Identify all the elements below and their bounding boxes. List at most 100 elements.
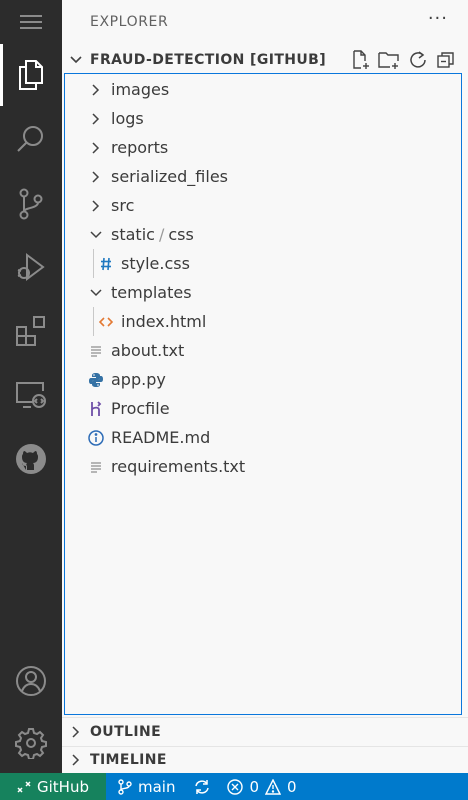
tree-item-logs[interactable]: logs xyxy=(65,104,468,133)
tree-item-label: about.txt xyxy=(111,341,185,360)
error-icon xyxy=(227,778,244,795)
chevron-right-icon xyxy=(87,104,105,133)
tree-item-serialized-files[interactable]: serialized_files xyxy=(65,162,468,191)
text-file-icon xyxy=(87,452,105,481)
tree-item-label: src xyxy=(111,196,135,215)
tree-item-requirements-txt[interactable]: requirements.txt xyxy=(65,452,468,481)
remote-indicator[interactable]: GitHub xyxy=(0,773,106,800)
tree-item-label: app.py xyxy=(111,370,166,389)
html-file-icon xyxy=(97,307,115,336)
new-folder-icon xyxy=(378,51,399,69)
chevron-down-icon xyxy=(87,220,105,249)
tree-item-label: reports xyxy=(111,138,169,157)
remote-icon xyxy=(17,780,31,793)
tree-item-label: templates xyxy=(111,283,192,302)
tree-item-src[interactable]: src xyxy=(65,191,468,220)
activity-bar xyxy=(0,0,62,773)
github-button[interactable] xyxy=(0,430,62,488)
account-icon xyxy=(16,666,46,696)
new-file-button[interactable] xyxy=(350,49,370,70)
tree-item-images[interactable]: images xyxy=(65,75,468,104)
hamburger-icon xyxy=(20,15,42,29)
search-icon xyxy=(17,126,43,152)
error-count: 0 xyxy=(249,777,260,796)
explorer-sidebar: EXPLORER ··· FRAUD-DETECTION [GITHUB] im… xyxy=(62,0,468,773)
more-actions-button[interactable]: ··· xyxy=(428,8,448,29)
gear-icon xyxy=(15,728,47,759)
collapse-all-icon xyxy=(437,51,454,68)
tree-item-style-css[interactable]: style.css xyxy=(65,249,468,278)
tree-item-reports[interactable]: reports xyxy=(65,133,468,162)
chevron-right-icon xyxy=(87,133,105,162)
tree-item-app-py[interactable]: app.py xyxy=(65,365,468,394)
tree-item-templates[interactable]: templates xyxy=(65,278,468,307)
tree-item-label: Procfile xyxy=(111,399,170,418)
warning-count: 0 xyxy=(287,777,297,796)
files-icon xyxy=(19,60,43,90)
new-file-icon xyxy=(353,49,369,69)
remote-explorer-button[interactable] xyxy=(0,366,62,424)
tree-item-label: serialized_files xyxy=(111,167,228,186)
timeline-label: TIMELINE xyxy=(90,752,167,768)
tree-item-label: requirements.txt xyxy=(111,457,246,476)
chevron-right-icon xyxy=(87,75,105,104)
branch-indicator[interactable]: main xyxy=(118,778,175,796)
tree-item-label: style.css xyxy=(121,254,190,273)
refresh-icon xyxy=(410,50,426,68)
search-view-button[interactable] xyxy=(0,110,62,168)
project-actions xyxy=(350,45,456,74)
chevron-right-icon xyxy=(87,191,105,220)
source-control-icon xyxy=(19,188,43,220)
git-branch-icon xyxy=(118,778,132,795)
chevron-down-icon xyxy=(62,55,90,64)
status-bar: GitHub main 0 0 xyxy=(0,773,468,800)
explorer-view-button[interactable] xyxy=(0,44,62,106)
run-debug-button[interactable] xyxy=(0,238,62,296)
accounts-button[interactable] xyxy=(0,652,62,710)
path-separator: / xyxy=(158,225,165,244)
file-tree: images logs reports serialized_files src… xyxy=(64,73,462,715)
chevron-right-icon xyxy=(62,754,90,766)
python-file-icon xyxy=(87,365,105,394)
problems-indicator[interactable]: 0 0 xyxy=(227,777,297,796)
project-section-header[interactable]: FRAUD-DETECTION [GITHUB] xyxy=(62,45,468,74)
explorer-header: EXPLORER ··· xyxy=(62,0,468,44)
github-icon xyxy=(16,444,46,474)
run-debug-icon xyxy=(17,253,45,281)
tree-item-readme-md[interactable]: README.md xyxy=(65,423,468,452)
tree-item-label: static xyxy=(111,225,155,244)
timeline-section-header[interactable]: TIMELINE xyxy=(62,746,468,773)
tree-item-label: css xyxy=(168,225,194,244)
explorer-title: EXPLORER xyxy=(90,14,169,30)
outline-label: OUTLINE xyxy=(90,724,162,740)
manage-button[interactable] xyxy=(0,714,62,772)
tree-item-label: images xyxy=(111,80,170,99)
chevron-right-icon xyxy=(87,162,105,191)
new-folder-button[interactable] xyxy=(378,50,400,70)
sync-icon xyxy=(195,779,210,794)
menu-button[interactable] xyxy=(0,0,62,44)
tree-item-label: index.html xyxy=(121,312,207,331)
info-icon xyxy=(87,423,105,452)
remote-label: GitHub xyxy=(37,777,89,796)
extensions-icon xyxy=(16,316,45,346)
text-file-icon xyxy=(87,336,105,365)
tree-item-index-html[interactable]: index.html xyxy=(65,307,468,336)
tree-item-label: README.md xyxy=(111,428,211,447)
css-file-icon xyxy=(97,249,115,278)
tree-item-about-txt[interactable]: about.txt xyxy=(65,336,468,365)
collapse-all-button[interactable] xyxy=(436,50,456,70)
remote-explorer-icon xyxy=(16,382,46,408)
tree-item-procfile[interactable]: Procfile xyxy=(65,394,468,423)
source-control-button[interactable] xyxy=(0,175,62,233)
tree-item-static-css[interactable]: static / css xyxy=(65,220,468,249)
branch-name: main xyxy=(138,777,176,796)
refresh-button[interactable] xyxy=(408,50,428,70)
warning-icon xyxy=(265,778,282,795)
heroku-file-icon xyxy=(87,394,105,423)
outline-section-header[interactable]: OUTLINE xyxy=(62,717,468,746)
chevron-down-icon xyxy=(87,278,105,307)
chevron-right-icon xyxy=(62,726,90,738)
extensions-button[interactable] xyxy=(0,302,62,360)
sync-button[interactable] xyxy=(193,779,211,795)
